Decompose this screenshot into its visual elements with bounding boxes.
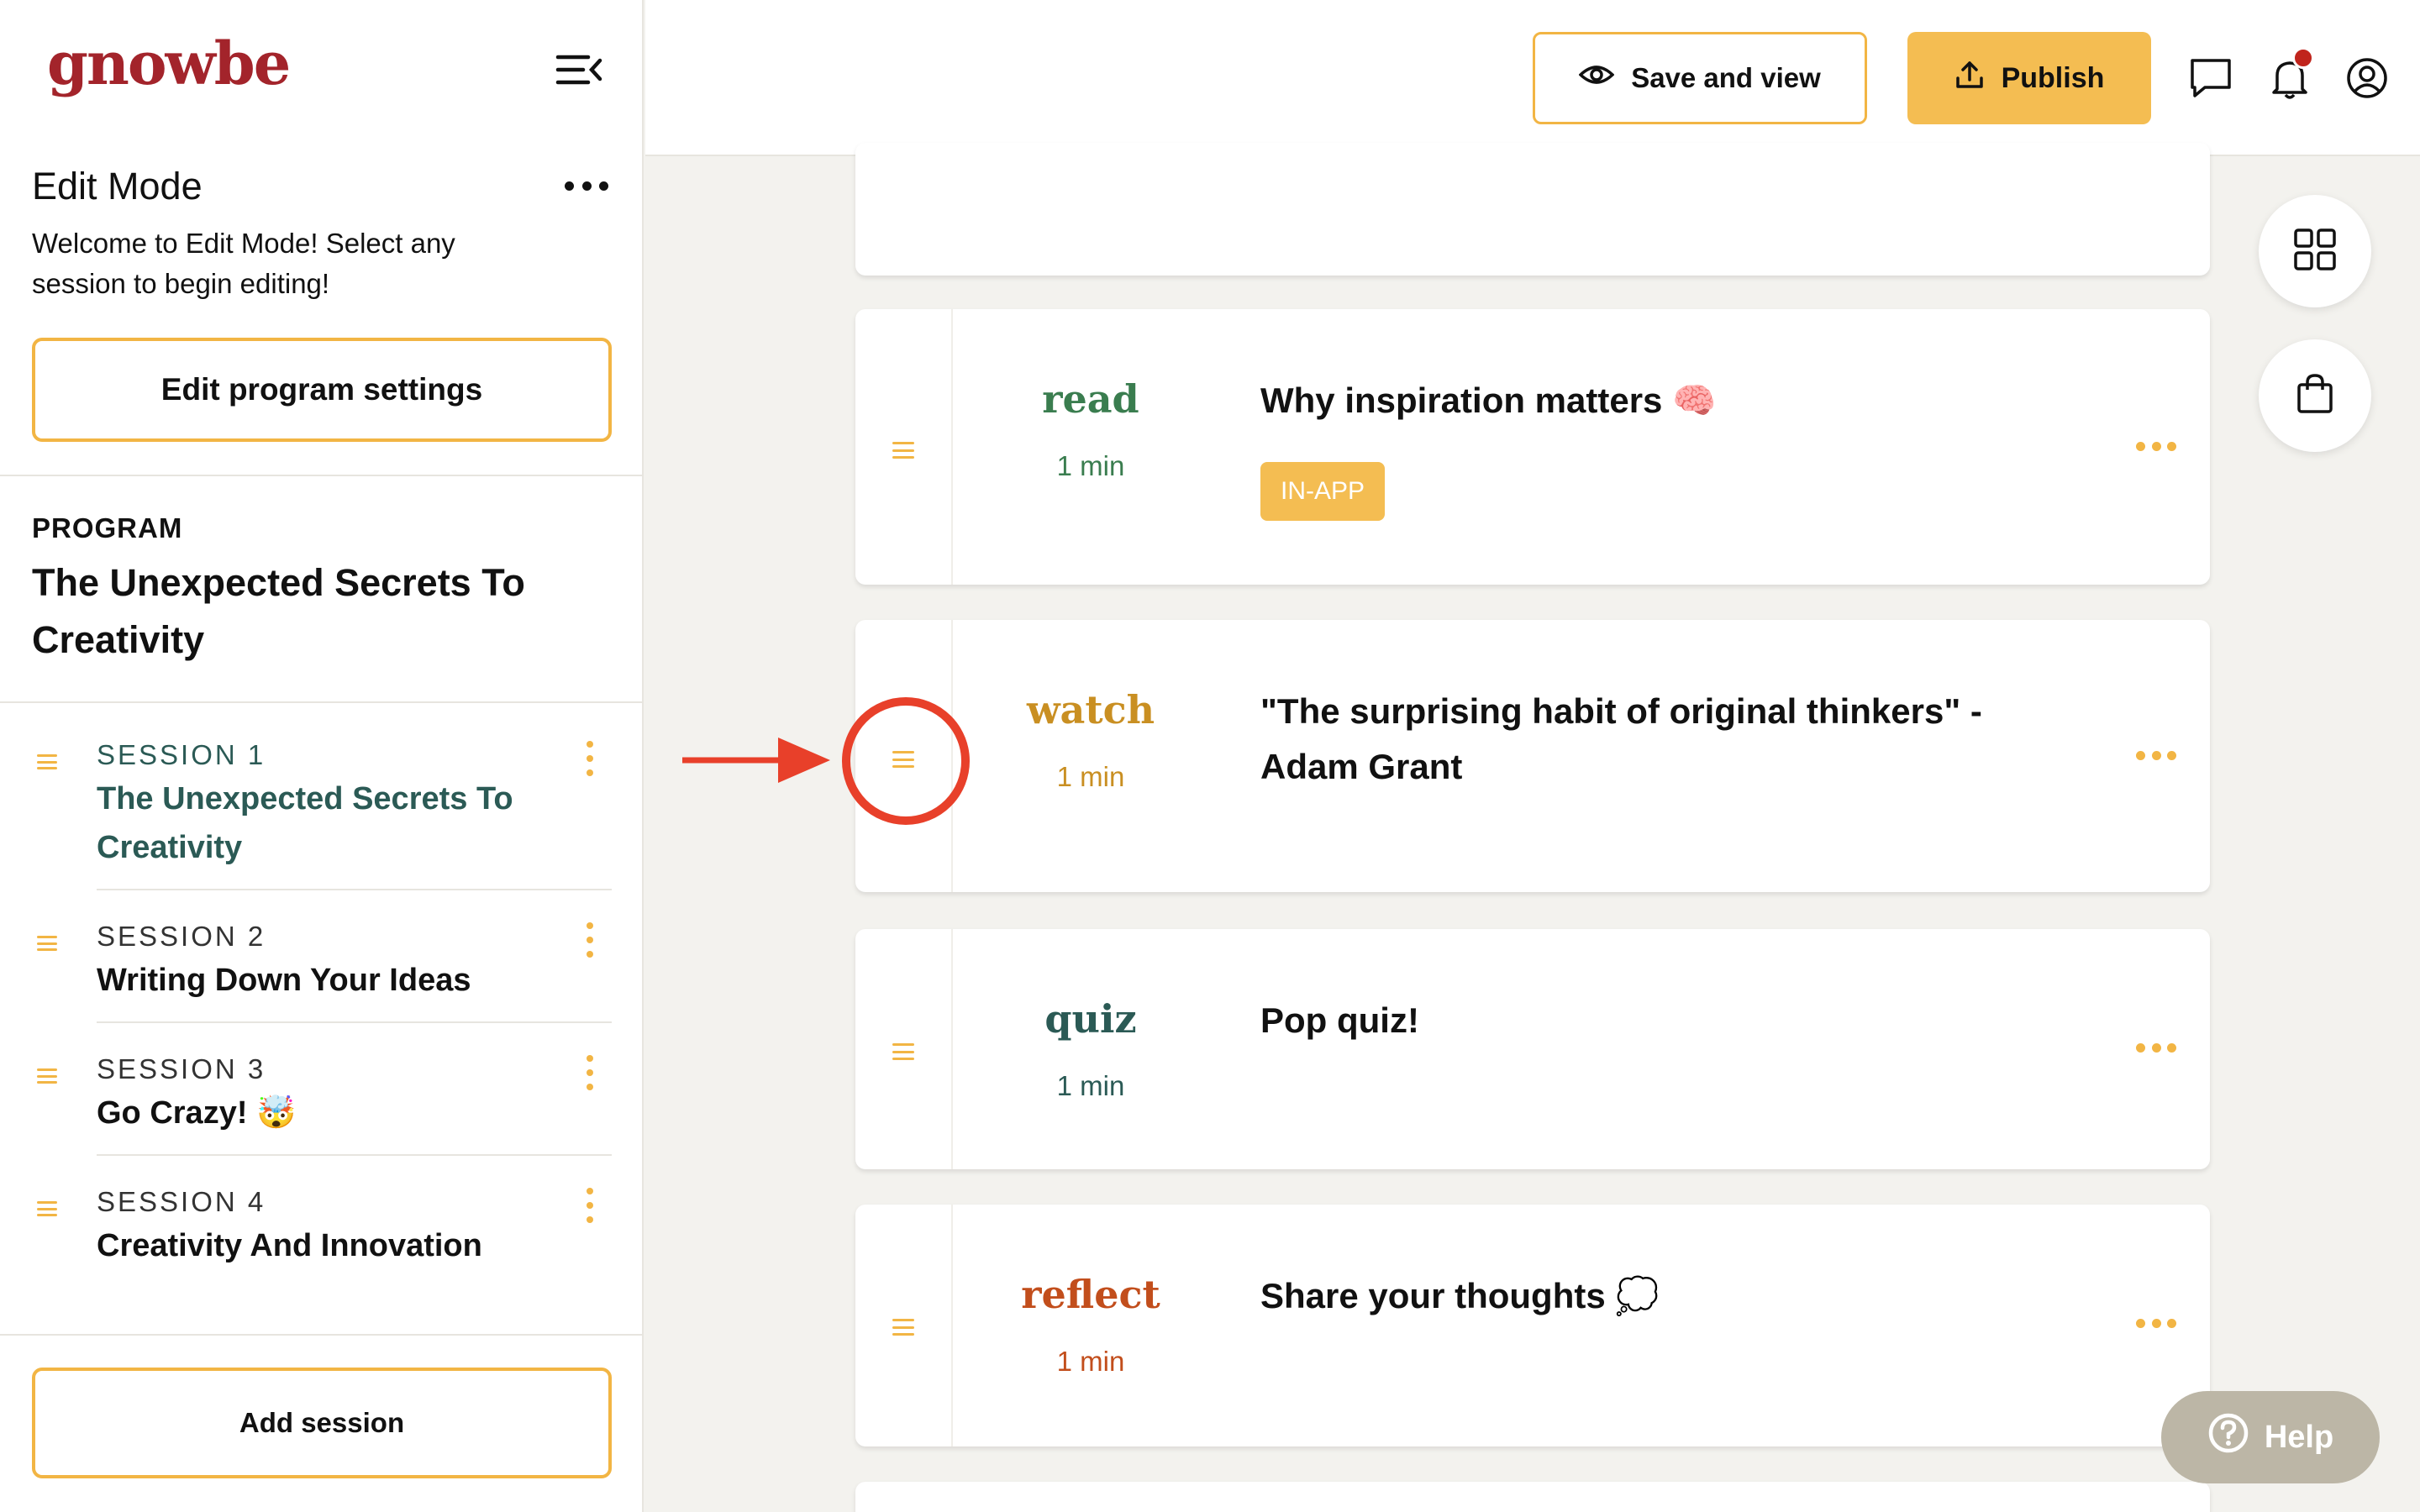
drag-handle-icon[interactable] bbox=[37, 754, 57, 769]
save-and-view-label: Save and view bbox=[1631, 62, 1821, 93]
menu-collapse-icon[interactable] bbox=[555, 49, 603, 91]
session-label: SESSION 4 bbox=[97, 1186, 266, 1217]
save-and-view-button[interactable]: Save and view bbox=[1533, 32, 1867, 124]
sidebar-divider bbox=[0, 475, 644, 476]
session-name: Go Crazy! 🤯 bbox=[97, 1095, 297, 1131]
card-more-icon[interactable] bbox=[2136, 751, 2176, 761]
card-duration: 1 min bbox=[1056, 761, 1125, 792]
annotation-arrow-icon bbox=[682, 731, 834, 790]
drag-handle-icon[interactable] bbox=[892, 442, 914, 459]
session-options-icon[interactable] bbox=[583, 1188, 597, 1223]
drag-handle-icon[interactable] bbox=[37, 1201, 57, 1216]
eye-icon bbox=[1578, 62, 1615, 94]
grid-icon bbox=[2293, 228, 2337, 276]
session-label: SESSION 2 bbox=[97, 921, 266, 952]
drag-handle-icon[interactable] bbox=[37, 936, 57, 951]
content-card-reflect[interactable]: reflect 1 min Share your thoughts 💭 bbox=[855, 1205, 2210, 1446]
content-card-previous[interactable] bbox=[855, 143, 2210, 276]
notification-badge bbox=[2292, 47, 2314, 69]
session-label: SESSION 3 bbox=[97, 1053, 266, 1084]
edit-mode-title: Edit Mode bbox=[32, 165, 203, 207]
publish-label: Publish bbox=[2001, 61, 2105, 94]
sidebar-divider bbox=[0, 701, 644, 703]
sidebar: gnowbe Edit Mode Welcome to Edit Mode! S… bbox=[0, 0, 644, 1512]
user-circle-icon[interactable] bbox=[2344, 55, 2390, 101]
card-type: read bbox=[1042, 376, 1139, 422]
session-name: Creativity And Innovation bbox=[97, 1228, 482, 1263]
card-duration: 1 min bbox=[1056, 1070, 1125, 1101]
session-options-icon[interactable] bbox=[583, 922, 597, 958]
session-label: SESSION 1 bbox=[97, 739, 266, 770]
card-type: watch bbox=[1026, 687, 1155, 732]
card-title[interactable]: Pop quiz! bbox=[1260, 993, 2017, 1048]
card-duration: 1 min bbox=[1056, 450, 1125, 481]
upload-icon bbox=[1954, 60, 1985, 97]
session-divider bbox=[97, 1021, 612, 1023]
session-name: The Unexpected Secrets To Creativity bbox=[97, 781, 513, 865]
question-circle-icon bbox=[2207, 1412, 2249, 1462]
card-duration: 1 min bbox=[1056, 1346, 1125, 1377]
gnowbe-logo[interactable]: gnowbe bbox=[47, 29, 291, 98]
drag-handle-icon[interactable] bbox=[892, 1319, 914, 1336]
card-more-icon[interactable] bbox=[2136, 442, 2176, 452]
shopping-bag-icon bbox=[2296, 373, 2334, 419]
sidebar-divider bbox=[0, 1334, 644, 1336]
annotation-circle bbox=[842, 697, 970, 825]
content-card-watch[interactable]: watch 1 min "The surprising habit of ori… bbox=[855, 620, 2210, 892]
chat-icon[interactable] bbox=[2188, 55, 2233, 101]
session-options-icon[interactable] bbox=[583, 741, 597, 776]
card-title[interactable]: Why inspiration matters 🧠 bbox=[1260, 373, 2017, 428]
help-button[interactable]: Help bbox=[2161, 1391, 2380, 1483]
content-card-read[interactable]: read 1 min Why inspiration matters 🧠 IN-… bbox=[855, 309, 2210, 585]
add-session-button[interactable]: Add session bbox=[32, 1368, 612, 1478]
session-item-4[interactable]: SESSION 4 Creativity And Innovation bbox=[32, 1183, 612, 1284]
card-type: quiz bbox=[1044, 996, 1137, 1042]
session-item-3[interactable]: SESSION 3 Go Crazy! 🤯 bbox=[32, 1050, 612, 1156]
edit-mode-more-icon[interactable] bbox=[565, 173, 608, 198]
drag-handle-icon[interactable] bbox=[37, 1068, 57, 1084]
card-more-icon[interactable] bbox=[2136, 1319, 2176, 1329]
session-item-1[interactable]: SESSION 1 The Unexpected Secrets To Crea… bbox=[32, 734, 612, 890]
session-options-icon[interactable] bbox=[583, 1055, 597, 1090]
session-divider bbox=[97, 1154, 612, 1156]
card-title[interactable]: "The surprising habit of original thinke… bbox=[1260, 684, 2017, 795]
grid-view-button[interactable] bbox=[2259, 195, 2371, 307]
shop-button[interactable] bbox=[2259, 339, 2371, 452]
drag-handle-icon[interactable] bbox=[892, 1043, 914, 1060]
card-title[interactable]: Share your thoughts 💭 bbox=[1260, 1268, 2017, 1324]
content-card-quiz[interactable]: quiz 1 min Pop quiz! bbox=[855, 929, 2210, 1169]
in-app-badge: IN-APP bbox=[1260, 462, 1386, 521]
edit-program-settings-button[interactable]: Edit program settings bbox=[32, 338, 612, 442]
session-name: Writing Down Your Ideas bbox=[97, 963, 471, 998]
session-item-2[interactable]: SESSION 2 Writing Down Your Ideas bbox=[32, 917, 612, 1023]
card-more-icon[interactable] bbox=[2136, 1043, 2176, 1053]
card-type: reflect bbox=[1021, 1272, 1160, 1317]
program-label: PROGRAM bbox=[32, 512, 183, 543]
edit-mode-description: Welcome to Edit Mode! Select any session… bbox=[32, 228, 455, 299]
session-divider bbox=[97, 889, 612, 890]
publish-button[interactable]: Publish bbox=[1907, 32, 2151, 124]
content-card-next[interactable] bbox=[855, 1482, 2210, 1512]
help-label: Help bbox=[2264, 1419, 2334, 1455]
program-title: The Unexpected Secrets To Creativity bbox=[32, 561, 525, 661]
